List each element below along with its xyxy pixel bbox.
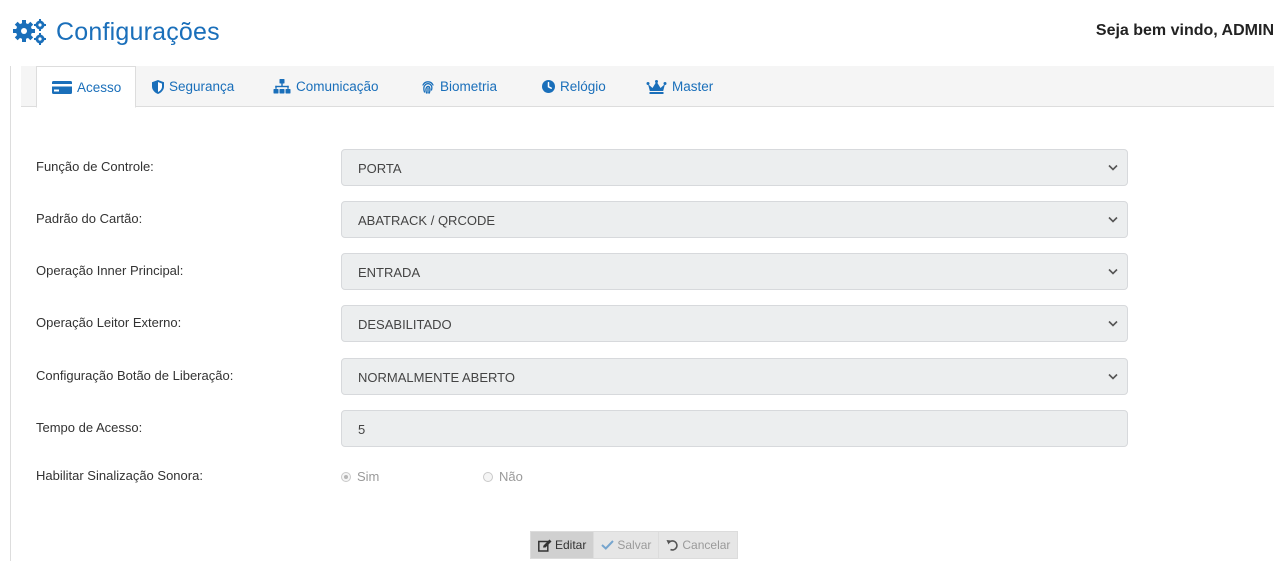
header: Configurações [12,14,220,50]
row-funcao-controle: Função de Controle: PORTA [36,149,1138,186]
shield-icon [152,79,164,94]
tab-label: Comunicação [296,79,379,94]
sitemap-icon [273,79,291,94]
tab-acesso[interactable]: Acesso [36,66,137,108]
tempo-acesso-value: 5 [358,422,366,437]
cancel-button[interactable]: Cancelar [659,531,739,559]
chevron-down-icon [1108,216,1118,223]
padrao-cartao-value: ABATRACK / QRCODE [358,213,496,228]
chevron-down-icon [1108,373,1118,380]
config-botao-select[interactable]: NORMALMENTE ABERTO [341,358,1128,395]
operacao-inner-label: Operação Inner Principal: [36,263,184,278]
credit-card-icon [52,80,72,94]
chevron-down-icon [1108,320,1118,327]
tab-seguranca[interactable]: Segurança [152,66,234,107]
edit-button[interactable]: Editar [530,531,595,559]
sinalizacao-radio-group: Sim Não [341,469,523,484]
page-title: Configurações [56,17,220,46]
edit-button-label: Editar [555,538,587,552]
row-operacao-leitor: Operação Leitor Externo: DESABILITADO [36,305,1138,342]
tab-label: Biometria [440,79,498,94]
tab-bar: Acesso Segurança Comunicação Biometria R… [21,66,1274,108]
funcao-controle-select[interactable]: PORTA [341,149,1128,186]
radio-label-sim: Sim [357,469,380,484]
save-button[interactable]: Salvar [594,531,660,559]
undo-icon [666,540,679,551]
operacao-leitor-value: DESABILITADO [358,317,452,332]
operacao-inner-select[interactable]: ENTRADA [341,253,1128,290]
tab-label: Segurança [169,79,235,94]
tab-relogio[interactable]: Relógio [542,66,606,107]
operacao-leitor-label: Operação Leitor Externo: [36,315,182,330]
config-botao-label: Configuração Botão de Liberação: [36,368,234,383]
welcome-message: Seja bem vindo, ADMIN [1095,22,1274,39]
radio-button-unchecked[interactable] [483,471,493,482]
config-botao-value: NORMALMENTE ABERTO [358,370,515,385]
cancel-button-label: Cancelar [682,538,731,552]
tab-biometria[interactable]: Biometria [421,66,497,107]
operacao-leitor-select[interactable]: DESABILITADO [341,305,1128,342]
tab-label: Relógio [560,79,606,94]
padrao-cartao-select[interactable]: ABATRACK / QRCODE [341,201,1128,238]
fingerprint-icon [422,80,434,94]
tab-label: Acesso [77,79,122,95]
tab-label: Master [672,79,714,94]
operacao-inner-value: ENTRADA [358,265,421,280]
row-operacao-inner: Operação Inner Principal: ENTRADA [36,253,1138,290]
tab-master[interactable]: Master [646,66,713,107]
chevron-down-icon [1108,164,1118,171]
funcao-controle-label: Função de Controle: [36,159,154,174]
row-padrao-cartao: Padrão do Cartão: ABATRACK / QRCODE [36,201,1138,238]
tempo-acesso-input[interactable]: 5 [341,410,1128,447]
save-button-label: Salvar [617,538,652,552]
radio-button-checked[interactable] [341,471,351,482]
row-tempo-acesso: Tempo de Acesso: 5 [36,410,1138,447]
tempo-acesso-label: Tempo de Acesso: [36,420,143,435]
row-sinalizacao: Habilitar Sinalização Sonora: Sim Não [36,458,1138,494]
action-buttons: Editar Salvar Cancelar [530,531,739,559]
sinalizacao-label: Habilitar Sinalização Sonora: [36,468,203,483]
radio-label-nao: Não [499,469,523,484]
chevron-down-icon [1108,268,1118,275]
crown-icon [646,79,667,94]
edit-icon [538,539,552,552]
sinalizacao-radio-nao[interactable]: Não [483,469,523,484]
cogs-icon [13,19,46,45]
tab-comunicacao[interactable]: Comunicação [273,66,379,107]
funcao-controle-value: PORTA [358,161,402,176]
clock-icon [542,80,555,93]
padrao-cartao-label: Padrão do Cartão: [36,211,143,226]
row-config-botao: Configuração Botão de Liberação: NORMALM… [36,358,1138,395]
sinalizacao-radio-sim[interactable]: Sim [341,469,483,484]
check-icon [601,540,615,550]
